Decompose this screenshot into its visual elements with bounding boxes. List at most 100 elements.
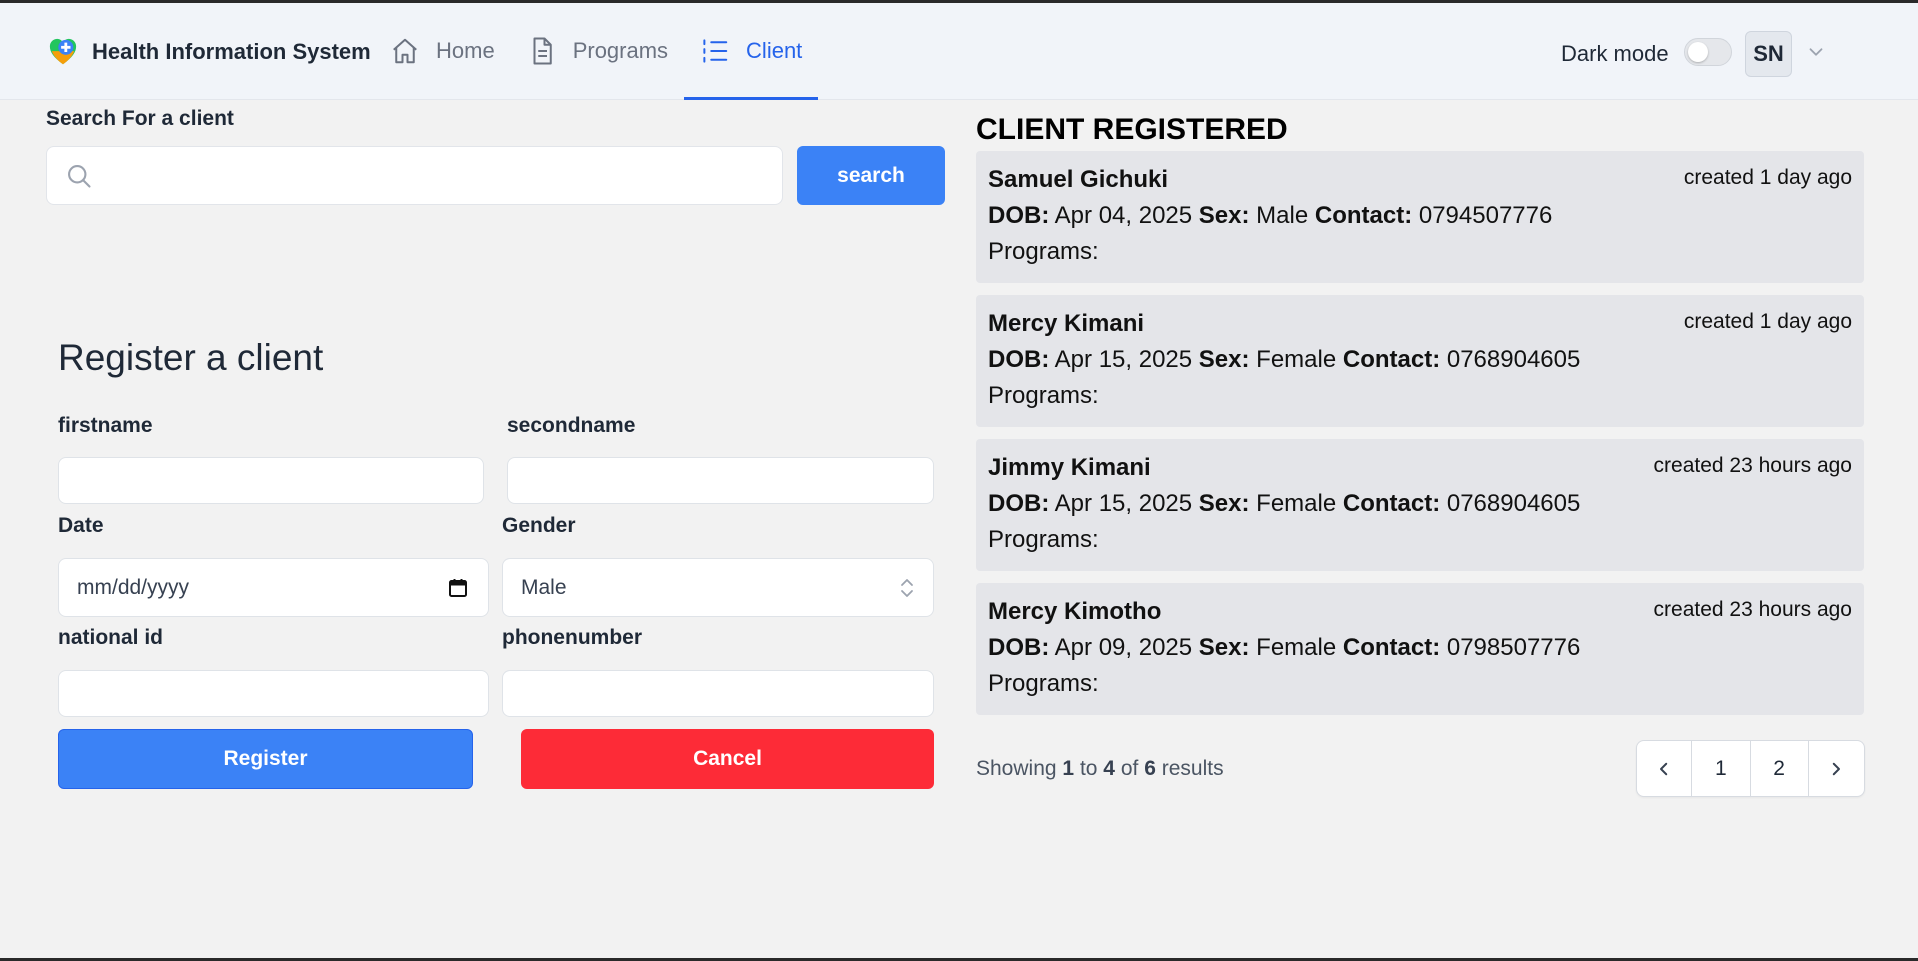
- search-icon: [68, 165, 91, 188]
- client-programs: Programs:: [988, 670, 1099, 697]
- client-card[interactable]: Jimmy Kimani created 23 hours ago DOB: A…: [976, 439, 1864, 571]
- page-2-button[interactable]: 2: [1751, 741, 1809, 796]
- client-details: DOB: Apr 09, 2025 Sex: Female Contact: 0…: [988, 634, 1580, 662]
- client-programs: Programs:: [988, 382, 1099, 409]
- client-created: created 23 hours ago: [1653, 454, 1852, 477]
- client-details: DOB: Apr 04, 2025 Sex: Male Contact: 079…: [988, 202, 1552, 230]
- main-nav: Home Programs Client: [374, 3, 819, 100]
- client-dob: Apr 15, 2025: [1054, 346, 1193, 373]
- gender-label: Gender: [502, 514, 576, 537]
- dob-label: DOB:: [988, 346, 1050, 373]
- home-icon: [393, 38, 417, 64]
- document-icon: [533, 37, 552, 65]
- search-input[interactable]: [111, 147, 775, 206]
- client-details: DOB: Apr 15, 2025 Sex: Female Contact: 0…: [988, 346, 1580, 374]
- results-of-word: of: [1120, 757, 1139, 780]
- register-button[interactable]: Register: [58, 729, 473, 789]
- gender-selected-value: Male: [521, 576, 567, 599]
- client-programs: Programs:: [988, 238, 1099, 265]
- contact-label: Contact:: [1342, 634, 1441, 661]
- pagination: 1 2: [1636, 740, 1865, 797]
- search-box[interactable]: [46, 146, 783, 206]
- client-programs: Programs:: [988, 526, 1099, 553]
- dark-mode-label: Dark mode: [1561, 41, 1669, 66]
- register-title: Register a client: [58, 337, 324, 378]
- results-summary: Showing 1 to 4 of 6 results: [976, 757, 1224, 781]
- results-word: results: [1161, 757, 1224, 780]
- dob-label: DOB:: [988, 634, 1050, 661]
- client-name: Mercy Kimotho: [988, 598, 1162, 625]
- list-icon: [703, 39, 728, 63]
- client-contact: 0794507776: [1418, 202, 1553, 229]
- sex-label: Sex:: [1198, 202, 1250, 229]
- client-name: Mercy Kimani: [988, 310, 1145, 337]
- results-from: 1: [1062, 757, 1075, 780]
- client-details: DOB: Apr 15, 2025 Sex: Female Contact: 0…: [988, 490, 1580, 518]
- nav-programs-label: Programs: [572, 38, 669, 63]
- phonenumber-input[interactable]: [521, 671, 920, 718]
- client-dob: Apr 04, 2025: [1054, 202, 1193, 229]
- date-placeholder: mm/dd/yyyy: [77, 576, 190, 599]
- phonenumber-field[interactable]: [502, 670, 934, 718]
- nav-home-label: Home: [436, 38, 495, 63]
- sex-label: Sex:: [1198, 634, 1250, 661]
- dob-label: DOB:: [988, 202, 1050, 229]
- dark-mode-toggle[interactable]: [1684, 38, 1732, 66]
- results-total: 6: [1144, 757, 1156, 780]
- client-sex: Male: [1256, 202, 1309, 229]
- cancel-button[interactable]: Cancel: [521, 729, 934, 789]
- chevron-right-icon: [1833, 762, 1841, 775]
- client-dob: Apr 15, 2025: [1054, 490, 1193, 517]
- toggle-knob: [1688, 42, 1708, 62]
- secondname-label: secondname: [507, 414, 636, 437]
- date-label: Date: [58, 514, 104, 537]
- dob-label: DOB:: [988, 490, 1050, 517]
- next-page-button[interactable]: [1809, 741, 1864, 796]
- nationalid-label: national id: [58, 626, 163, 649]
- gender-select[interactable]: Male: [502, 558, 934, 617]
- client-name: Jimmy Kimani: [988, 454, 1151, 481]
- results-showing: Showing: [976, 757, 1057, 780]
- nav-client-label: Client: [746, 38, 803, 63]
- app-title: Health Information System: [92, 39, 371, 64]
- client-sex: Female: [1256, 490, 1337, 517]
- nationalid-input[interactable]: [77, 671, 476, 718]
- client-sex: Female: [1256, 346, 1337, 373]
- chevron-left-icon: [1660, 762, 1668, 775]
- date-field[interactable]: mm/dd/yyyy: [58, 558, 489, 617]
- health-logo-icon: [49, 38, 77, 65]
- calendar-icon[interactable]: [448, 578, 468, 598]
- client-created: created 23 hours ago: [1653, 598, 1852, 621]
- brand[interactable]: Health Information System: [48, 37, 371, 67]
- client-sex: Female: [1256, 634, 1337, 661]
- chevron-down-icon[interactable]: [1805, 41, 1827, 63]
- client-created: created 1 day ago: [1683, 310, 1852, 333]
- client-card[interactable]: Mercy Kimani created 1 day ago DOB: Apr …: [976, 295, 1864, 427]
- prev-page-button[interactable]: [1637, 741, 1693, 796]
- secondname-input[interactable]: [526, 458, 920, 505]
- sex-label: Sex:: [1198, 346, 1250, 373]
- contact-label: Contact:: [1342, 346, 1441, 373]
- client-card[interactable]: Mercy Kimotho created 23 hours ago DOB: …: [976, 583, 1864, 715]
- nav-client[interactable]: Client: [684, 3, 819, 100]
- client-contact: 0768904605: [1446, 346, 1581, 373]
- nationalid-field[interactable]: [58, 670, 489, 718]
- search-button[interactable]: search: [797, 146, 945, 205]
- contact-label: Contact:: [1342, 490, 1441, 517]
- avatar[interactable]: SN: [1745, 31, 1792, 77]
- page-1-button[interactable]: 1: [1692, 741, 1751, 796]
- select-updown-icon: [901, 579, 913, 597]
- firstname-label: firstname: [58, 414, 153, 437]
- clients-title: CLIENT REGISTERED: [976, 113, 1288, 146]
- sex-label: Sex:: [1198, 490, 1250, 517]
- firstname-input[interactable]: [77, 458, 471, 505]
- client-card[interactable]: Samuel Gichuki created 1 day ago DOB: Ap…: [976, 151, 1864, 283]
- secondname-field[interactable]: [507, 457, 934, 505]
- client-dob: Apr 09, 2025: [1054, 634, 1193, 661]
- nav-home[interactable]: Home: [374, 3, 511, 99]
- phonenumber-label: phonenumber: [502, 626, 642, 649]
- firstname-field[interactable]: [58, 457, 484, 505]
- results-to-word: to: [1079, 757, 1098, 780]
- client-contact: 0768904605: [1446, 490, 1581, 517]
- nav-programs[interactable]: Programs: [511, 3, 684, 99]
